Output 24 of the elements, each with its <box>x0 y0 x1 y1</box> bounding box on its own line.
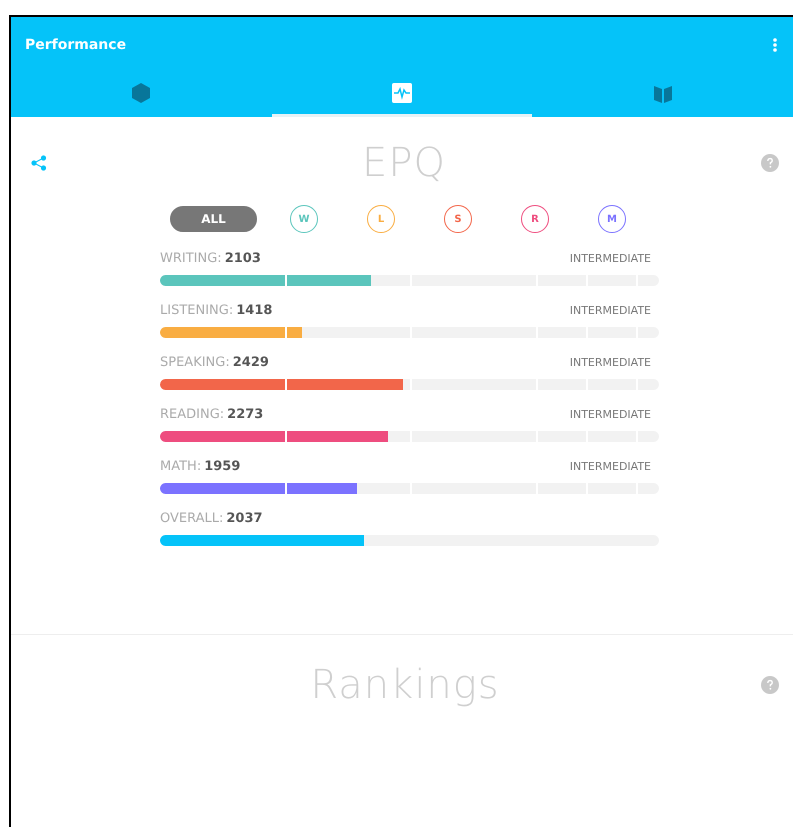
pulse-icon[interactable] <box>391 82 413 104</box>
filter-chip[interactable]: S <box>444 205 472 233</box>
skill-score: OVERALL: 2037 <box>160 511 263 526</box>
rating-label: INTERMEDIATE <box>570 356 651 369</box>
filter-chip[interactable]: R <box>521 205 549 233</box>
app-title: Performance <box>25 36 126 52</box>
hexagon-icon[interactable] <box>130 82 152 104</box>
help-icon[interactable] <box>760 154 779 172</box>
skill-score: MATH: 1959 <box>160 459 240 474</box>
skill-score: SPEAKING: 2429 <box>160 355 269 370</box>
skill-score: LISTENING: 1418 <box>160 303 272 318</box>
skill-score: READING: 2273 <box>160 407 264 422</box>
filter-chip[interactable]: W <box>290 205 318 233</box>
rating-label: INTERMEDIATE <box>570 252 651 265</box>
help-icon[interactable] <box>761 676 779 694</box>
filter-chip[interactable]: L <box>367 205 395 233</box>
filter-chip[interactable]: M <box>598 205 626 233</box>
rating-label: INTERMEDIATE <box>570 460 651 473</box>
menu-icon[interactable] <box>773 38 777 52</box>
filter-chip[interactable]: ALL <box>170 206 257 232</box>
skill-score: WRITING: 2103 <box>160 251 261 266</box>
rating-label: INTERMEDIATE <box>570 304 651 317</box>
rating-label: INTERMEDIATE <box>570 408 651 421</box>
share-icon[interactable] <box>31 155 47 171</box>
